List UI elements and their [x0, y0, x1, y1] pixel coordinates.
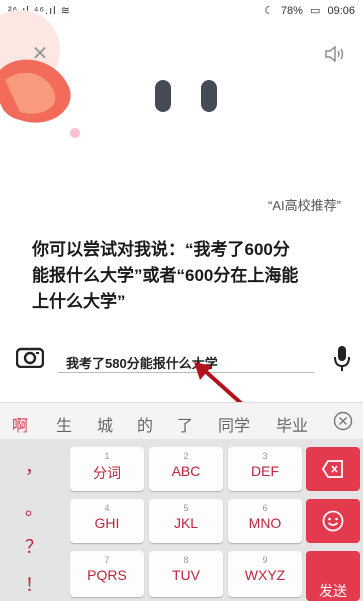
emoji-icon [322, 510, 344, 532]
punct-key[interactable]: ！ [4, 571, 64, 597]
key-label: WXYZ [244, 567, 286, 583]
emoji-button[interactable] [306, 499, 360, 543]
keyboard: ， 。 ？ ！ 1 分词 2 ABC 3 DEF 4 GHI 5 JKL 6 M… [0, 439, 363, 601]
key-number: 2 [183, 451, 189, 461]
key-9[interactable]: 9 WXYZ [228, 551, 302, 597]
send-button[interactable]: 发送 [306, 551, 360, 601]
candidate-item[interactable]: 了 [177, 412, 193, 436]
recommend-tag: “AI高校推荐” [268, 198, 341, 213]
key-number: 8 [183, 555, 189, 565]
key-number: 4 [104, 503, 110, 513]
assistant-eyes [155, 80, 221, 112]
key-number: 1 [104, 451, 110, 461]
key-7[interactable]: 7 PQRS [70, 551, 144, 597]
punct-key[interactable]: ， [4, 453, 64, 479]
right-eye [201, 80, 217, 112]
backspace-icon [321, 460, 343, 478]
send-label: 发送 [319, 583, 347, 599]
decoration-illustration [0, 10, 80, 138]
key-number: 6 [262, 503, 268, 513]
key-5[interactable]: 5 JKL [149, 499, 223, 543]
key-number: 7 [104, 555, 110, 565]
candidate-bar: 啊 生 城 的 了 同学 毕业 [0, 402, 363, 439]
key-label: TUV [172, 567, 200, 583]
close-candidates-icon[interactable] [333, 411, 353, 431]
battery-percent: 78% [280, 5, 303, 17]
left-eye [155, 80, 171, 112]
key-label: ABC [171, 463, 201, 479]
backspace-button[interactable] [306, 447, 360, 491]
key-label: JKL [173, 515, 199, 531]
battery-icon: ▭ [310, 5, 321, 17]
candidate-item[interactable]: 同学 [218, 412, 250, 436]
punct-key[interactable]: 。 [4, 495, 64, 521]
key-2[interactable]: 2 ABC [149, 447, 223, 491]
candidate-item[interactable]: 的 [137, 412, 153, 436]
key-number: 5 [183, 503, 189, 513]
candidate-item[interactable]: 城 [97, 412, 113, 436]
key-1[interactable]: 1 分词 [70, 447, 144, 491]
key-number: 9 [262, 555, 268, 565]
key-3[interactable]: 3 DEF [228, 447, 302, 491]
assistant-prompt: 你可以尝试对我说：“我考了600分 能报什么大学”或者“600分在上海能 上什么… [32, 237, 342, 315]
microphone-icon[interactable] [333, 345, 351, 373]
key-label: 分词 [93, 465, 121, 481]
moon-icon: ☾ [263, 5, 274, 17]
key-number: 3 [262, 451, 268, 461]
punct-key[interactable]: ？ [4, 533, 64, 559]
prompt-line: 你可以尝试对我说：“我考了600分 [32, 240, 290, 259]
camera-icon[interactable] [16, 346, 44, 368]
prompt-line: 能报什么大学”或者“600分在上海能 [32, 266, 299, 285]
speaker-icon[interactable] [325, 46, 345, 62]
key-label: DEF [251, 463, 279, 479]
key-6[interactable]: 6 MNO [228, 499, 302, 543]
key-label: MNO [248, 515, 282, 531]
candidate-item[interactable]: 生 [56, 412, 72, 436]
key-8[interactable]: 8 TUV [149, 551, 223, 597]
key-label: GHI [94, 515, 120, 531]
key-label: PQRS [87, 567, 127, 583]
candidate-item[interactable]: 毕业 [276, 412, 308, 436]
input-underline [58, 372, 314, 373]
status-right: ☾ 78% ▭ 09:06 [260, 4, 355, 17]
candidate-item[interactable]: 啊 [12, 412, 28, 436]
prompt-line: 上什么大学” [32, 292, 126, 311]
close-icon[interactable]: ✕ [30, 44, 50, 64]
status-time: 09:06 [327, 5, 355, 17]
key-4[interactable]: 4 GHI [70, 499, 144, 543]
